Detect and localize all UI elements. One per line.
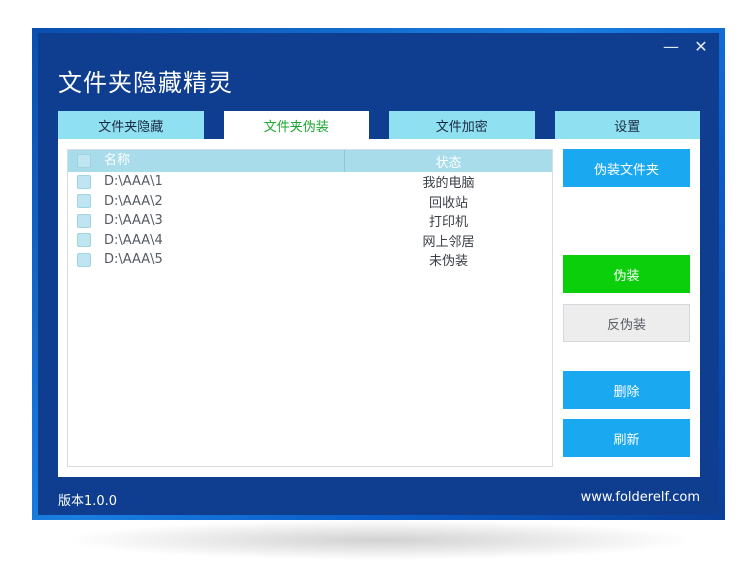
list-item[interactable]: D:\AAA\4 网上邻居	[68, 231, 552, 251]
list-item[interactable]: D:\AAA\2 回收站	[68, 192, 552, 212]
folder-path: D:\AAA\3	[104, 213, 163, 229]
row-checkbox[interactable]	[77, 213, 91, 228]
list-item[interactable]: D:\AAA\1 我的电脑	[68, 172, 552, 192]
app-window: — ✕ 文件夹隐藏精灵 文件夹隐藏 文件夹伪装 文件加密 设置 名称 状态 D:…	[38, 33, 719, 515]
row-checkbox[interactable]	[77, 174, 91, 189]
folder-status: 我的电脑	[422, 176, 475, 192]
tab-folder-disguise[interactable]: 文件夹伪装	[223, 111, 369, 139]
undisguise-button[interactable]: 反伪装	[563, 304, 690, 342]
folder-path: D:\AAA\1	[104, 174, 163, 190]
disguise-folder-button[interactable]: 伪装文件夹	[563, 149, 690, 187]
window-controls: — ✕	[663, 39, 709, 55]
disguise-button[interactable]: 伪装	[563, 255, 690, 293]
column-header-status[interactable]: 状态	[345, 152, 552, 171]
tab-file-encrypt[interactable]: 文件加密	[389, 111, 535, 139]
folder-path: D:\AAA\2	[104, 193, 163, 209]
list-header: 名称 状态	[68, 150, 552, 172]
row-checkbox[interactable]	[77, 194, 91, 209]
disguise-panel: 名称 状态 D:\AAA\1 我的电脑 D:\AAA\2 回收站 D:\AAA\…	[58, 139, 700, 477]
tab-bar: 文件夹隐藏 文件夹伪装 文件加密 设置	[58, 111, 700, 139]
select-all-checkbox[interactable]	[77, 154, 91, 168]
row-checkbox[interactable]	[77, 252, 91, 267]
app-title: 文件夹隐藏精灵	[58, 69, 233, 97]
close-icon[interactable]: ✕	[693, 39, 709, 55]
refresh-button[interactable]: 刷新	[563, 419, 690, 457]
version-label: 版本1.0.0	[58, 494, 118, 509]
window-shadow	[60, 520, 700, 560]
folder-status: 回收站	[428, 195, 468, 211]
list-item[interactable]: D:\AAA\3 打印机	[68, 211, 552, 231]
delete-button[interactable]: 删除	[563, 371, 690, 409]
folder-list: 名称 状态 D:\AAA\1 我的电脑 D:\AAA\2 回收站 D:\AAA\…	[67, 149, 553, 467]
list-item[interactable]: D:\AAA\5 未伪装	[68, 250, 552, 270]
folder-status: 未伪装	[428, 254, 468, 270]
folder-path: D:\AAA\5	[104, 252, 163, 268]
folder-status: 打印机	[428, 215, 468, 231]
folder-path: D:\AAA\4	[104, 232, 163, 248]
folder-status: 网上邻居	[422, 234, 475, 250]
minimize-icon[interactable]: —	[663, 39, 679, 55]
row-checkbox[interactable]	[77, 233, 91, 248]
website-link[interactable]: www.folderelf.com	[581, 490, 700, 505]
tab-folder-hide[interactable]: 文件夹隐藏	[58, 111, 204, 139]
tab-settings[interactable]: 设置	[554, 111, 700, 139]
column-header-name[interactable]: 名称	[100, 150, 345, 172]
